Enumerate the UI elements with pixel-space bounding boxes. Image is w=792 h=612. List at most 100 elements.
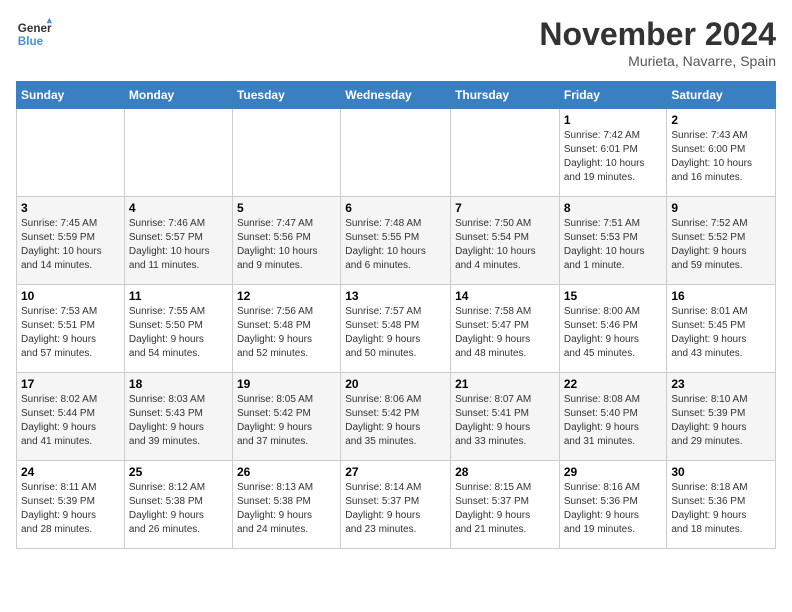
day-info: Sunrise: 7:48 AM Sunset: 5:55 PM Dayligh… xyxy=(345,217,446,273)
header-tuesday: Tuesday xyxy=(232,82,340,109)
day-number: 30 xyxy=(671,465,771,479)
day-info: Sunrise: 8:13 AM Sunset: 5:38 PM Dayligh… xyxy=(237,481,336,537)
calendar-cell: 11 Sunrise: 7:55 AM Sunset: 5:50 PM Dayli… xyxy=(124,285,232,373)
day-number: 24 xyxy=(21,465,120,479)
day-info: Sunrise: 7:45 AM Sunset: 5:59 PM Dayligh… xyxy=(21,217,120,273)
calendar-cell: 23 Sunrise: 8:10 AM Sunset: 5:39 PM Dayli… xyxy=(667,373,776,461)
calendar-cell: 21 Sunrise: 8:07 AM Sunset: 5:41 PM Dayli… xyxy=(451,373,560,461)
header-saturday: Saturday xyxy=(667,82,776,109)
header-friday: Friday xyxy=(559,82,667,109)
calendar-cell: 25 Sunrise: 8:12 AM Sunset: 5:38 PM Dayli… xyxy=(124,461,232,549)
day-info: Sunrise: 8:02 AM Sunset: 5:44 PM Dayligh… xyxy=(21,393,120,449)
calendar-cell: 8 Sunrise: 7:51 AM Sunset: 5:53 PM Daylig… xyxy=(559,197,667,285)
day-number: 18 xyxy=(129,377,228,391)
day-info: Sunrise: 7:58 AM Sunset: 5:47 PM Dayligh… xyxy=(455,305,555,361)
calendar-table: SundayMondayTuesdayWednesdayThursdayFrid… xyxy=(16,81,776,549)
day-number: 16 xyxy=(671,289,771,303)
header-wednesday: Wednesday xyxy=(341,82,451,109)
day-number: 12 xyxy=(237,289,336,303)
calendar-cell: 22 Sunrise: 8:08 AM Sunset: 5:40 PM Dayli… xyxy=(559,373,667,461)
day-number: 14 xyxy=(455,289,555,303)
day-info: Sunrise: 8:00 AM Sunset: 5:46 PM Dayligh… xyxy=(564,305,663,361)
calendar-cell: 6 Sunrise: 7:48 AM Sunset: 5:55 PM Daylig… xyxy=(341,197,451,285)
day-info: Sunrise: 8:11 AM Sunset: 5:39 PM Dayligh… xyxy=(21,481,120,537)
calendar-cell: 17Sunrise: 8:02 AM Sunset: 5:44 PM Dayli… xyxy=(17,373,125,461)
calendar-week-row: 1 Sunrise: 7:42 AM Sunset: 6:01 PM Daylig… xyxy=(17,109,776,197)
calendar-cell xyxy=(341,109,451,197)
day-info: Sunrise: 7:50 AM Sunset: 5:54 PM Dayligh… xyxy=(455,217,555,273)
calendar-week-row: 10Sunrise: 7:53 AM Sunset: 5:51 PM Dayli… xyxy=(17,285,776,373)
day-number: 9 xyxy=(671,201,771,215)
day-number: 26 xyxy=(237,465,336,479)
calendar-cell: 28 Sunrise: 8:15 AM Sunset: 5:37 PM Dayli… xyxy=(451,461,560,549)
day-number: 20 xyxy=(345,377,446,391)
day-info: Sunrise: 8:16 AM Sunset: 5:36 PM Dayligh… xyxy=(564,481,663,537)
calendar-cell xyxy=(124,109,232,197)
day-number: 8 xyxy=(564,201,663,215)
header-monday: Monday xyxy=(124,82,232,109)
day-number: 4 xyxy=(129,201,228,215)
header-thursday: Thursday xyxy=(451,82,560,109)
calendar-cell: 14 Sunrise: 7:58 AM Sunset: 5:47 PM Dayli… xyxy=(451,285,560,373)
day-info: Sunrise: 8:06 AM Sunset: 5:42 PM Dayligh… xyxy=(345,393,446,449)
day-info: Sunrise: 7:47 AM Sunset: 5:56 PM Dayligh… xyxy=(237,217,336,273)
day-info: Sunrise: 7:57 AM Sunset: 5:48 PM Dayligh… xyxy=(345,305,446,361)
day-info: Sunrise: 8:07 AM Sunset: 5:41 PM Dayligh… xyxy=(455,393,555,449)
month-title: November 2024 xyxy=(539,16,776,53)
calendar-cell: 20 Sunrise: 8:06 AM Sunset: 5:42 PM Dayli… xyxy=(341,373,451,461)
day-number: 29 xyxy=(564,465,663,479)
calendar-cell: 15Sunrise: 8:00 AM Sunset: 5:46 PM Dayli… xyxy=(559,285,667,373)
calendar-cell: 2Sunrise: 7:43 AM Sunset: 6:00 PM Daylig… xyxy=(667,109,776,197)
calendar-cell: 1 Sunrise: 7:42 AM Sunset: 6:01 PM Daylig… xyxy=(559,109,667,197)
day-number: 3 xyxy=(21,201,120,215)
day-info: Sunrise: 8:05 AM Sunset: 5:42 PM Dayligh… xyxy=(237,393,336,449)
svg-text:Blue: Blue xyxy=(18,35,44,48)
day-number: 22 xyxy=(564,377,663,391)
calendar-cell: 19Sunrise: 8:05 AM Sunset: 5:42 PM Dayli… xyxy=(232,373,340,461)
day-number: 25 xyxy=(129,465,228,479)
title-block: November 2024 Murieta, Navarre, Spain xyxy=(539,16,776,69)
calendar-cell: 12 Sunrise: 7:56 AM Sunset: 5:48 PM Dayli… xyxy=(232,285,340,373)
day-number: 5 xyxy=(237,201,336,215)
day-number: 7 xyxy=(455,201,555,215)
day-info: Sunrise: 7:51 AM Sunset: 5:53 PM Dayligh… xyxy=(564,217,663,273)
day-info: Sunrise: 7:56 AM Sunset: 5:48 PM Dayligh… xyxy=(237,305,336,361)
day-number: 6 xyxy=(345,201,446,215)
day-info: Sunrise: 7:55 AM Sunset: 5:50 PM Dayligh… xyxy=(129,305,228,361)
day-info: Sunrise: 8:15 AM Sunset: 5:37 PM Dayligh… xyxy=(455,481,555,537)
calendar-cell: 16 Sunrise: 8:01 AM Sunset: 5:45 PM Dayli… xyxy=(667,285,776,373)
calendar-cell: 26 Sunrise: 8:13 AM Sunset: 5:38 PM Dayli… xyxy=(232,461,340,549)
day-info: Sunrise: 8:10 AM Sunset: 5:39 PM Dayligh… xyxy=(671,393,771,449)
day-number: 1 xyxy=(564,113,663,127)
calendar-cell: 3 Sunrise: 7:45 AM Sunset: 5:59 PM Daylig… xyxy=(17,197,125,285)
day-info: Sunrise: 7:42 AM Sunset: 6:01 PM Dayligh… xyxy=(564,129,663,185)
calendar-cell: 7 Sunrise: 7:50 AM Sunset: 5:54 PM Daylig… xyxy=(451,197,560,285)
day-number: 10 xyxy=(21,289,120,303)
day-number: 11 xyxy=(129,289,228,303)
day-info: Sunrise: 8:08 AM Sunset: 5:40 PM Dayligh… xyxy=(564,393,663,449)
calendar-cell: 29 Sunrise: 8:16 AM Sunset: 5:36 PM Dayli… xyxy=(559,461,667,549)
calendar-week-row: 24 Sunrise: 8:11 AM Sunset: 5:39 PM Dayli… xyxy=(17,461,776,549)
calendar-cell xyxy=(232,109,340,197)
calendar-cell xyxy=(451,109,560,197)
calendar-cell: 10Sunrise: 7:53 AM Sunset: 5:51 PM Dayli… xyxy=(17,285,125,373)
logo: General Blue xyxy=(16,16,52,52)
day-number: 28 xyxy=(455,465,555,479)
calendar-cell: 30Sunrise: 8:18 AM Sunset: 5:36 PM Dayli… xyxy=(667,461,776,549)
day-info: Sunrise: 7:43 AM Sunset: 6:00 PM Dayligh… xyxy=(671,129,771,185)
calendar-header-row: SundayMondayTuesdayWednesdayThursdayFrid… xyxy=(17,82,776,109)
logo-icon: General Blue xyxy=(16,16,52,52)
calendar-cell xyxy=(17,109,125,197)
calendar-cell: 9 Sunrise: 7:52 AM Sunset: 5:52 PM Daylig… xyxy=(667,197,776,285)
calendar-cell: 4Sunrise: 7:46 AM Sunset: 5:57 PM Daylig… xyxy=(124,197,232,285)
day-info: Sunrise: 8:12 AM Sunset: 5:38 PM Dayligh… xyxy=(129,481,228,537)
day-info: Sunrise: 8:01 AM Sunset: 5:45 PM Dayligh… xyxy=(671,305,771,361)
day-number: 23 xyxy=(671,377,771,391)
day-number: 27 xyxy=(345,465,446,479)
day-number: 13 xyxy=(345,289,446,303)
day-number: 21 xyxy=(455,377,555,391)
svg-text:General: General xyxy=(18,22,52,35)
calendar-cell: 27Sunrise: 8:14 AM Sunset: 5:37 PM Dayli… xyxy=(341,461,451,549)
day-info: Sunrise: 7:52 AM Sunset: 5:52 PM Dayligh… xyxy=(671,217,771,273)
calendar-cell: 24 Sunrise: 8:11 AM Sunset: 5:39 PM Dayli… xyxy=(17,461,125,549)
